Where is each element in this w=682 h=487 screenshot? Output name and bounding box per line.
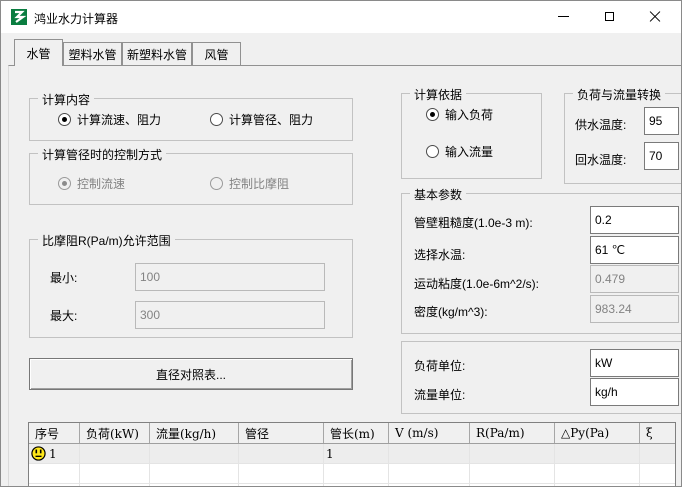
cell-dpy[interactable]	[555, 444, 640, 463]
col-r: R(Pa/m)	[470, 423, 555, 443]
max-input	[135, 301, 325, 329]
min-input	[135, 263, 325, 291]
water-temp-label: 选择水温:	[414, 248, 466, 262]
water-temp-input[interactable]	[590, 236, 679, 264]
group-calc-basis: 计算依据 输入负荷 输入流量	[401, 86, 542, 179]
close-icon	[649, 11, 661, 23]
minimize-button[interactable]	[540, 1, 586, 32]
cell-xi[interactable]	[640, 444, 675, 463]
radio-control-velocity	[58, 177, 71, 190]
empty-cell[interactable]	[150, 464, 239, 483]
col-dpy: △Py(Pa)	[555, 423, 640, 443]
pipe-data-grid: 序号 负荷(kW) 流量(kg/h) 管径 管长(m) V (m/s) R(Pa…	[28, 422, 676, 486]
empty-cell[interactable]	[80, 464, 150, 483]
radio-control-friction	[210, 177, 223, 190]
density-label: 密度(kg/m^3):	[414, 305, 488, 319]
empty-cell[interactable]	[389, 464, 470, 483]
load-unit-label: 负荷单位:	[414, 359, 466, 373]
tab-new-plastic-pipe[interactable]: 新塑料水管	[122, 42, 192, 65]
tab-water-pipe[interactable]: 水管	[14, 39, 63, 66]
radio-input-load-label: 输入负荷	[445, 108, 494, 122]
col-diameter: 管径	[239, 423, 324, 443]
col-velocity: V (m/s)	[389, 423, 470, 443]
supply-temp-input[interactable]	[644, 107, 679, 135]
minimize-icon	[557, 16, 569, 17]
group-calc-content-title: 计算内容	[38, 91, 95, 108]
maximize-button[interactable]	[586, 1, 632, 32]
window-controls	[540, 1, 678, 32]
title-bar: 鸿业水力计算器	[1, 1, 681, 33]
roughness-label: 管壁粗糙度(1.0e-3 m):	[414, 216, 533, 230]
max-label: 最大:	[50, 309, 78, 323]
radio-input-flow-label: 输入流量	[445, 145, 494, 159]
roughness-input[interactable]	[590, 206, 679, 234]
return-temp-input[interactable]	[644, 142, 679, 170]
density-input	[590, 295, 679, 323]
app-window: 鸿业水力计算器 水管 塑料水管 新塑料水管 风管 计算内容 计算流速、阻力 计算…	[0, 0, 682, 487]
maximize-icon	[604, 12, 614, 21]
tab-plastic-pipe[interactable]: 塑料水管	[63, 42, 122, 65]
cell-velocity[interactable]	[389, 444, 470, 463]
empty-cell[interactable]	[29, 464, 80, 483]
cell-seq-value: 1	[49, 446, 57, 461]
cell-flow[interactable]	[150, 444, 239, 463]
empty-cell[interactable]	[324, 464, 389, 483]
radio-control-friction-label: 控制比摩阻	[229, 177, 290, 191]
col-flow: 流量(kg/h)	[150, 423, 239, 443]
min-label: 最小:	[50, 271, 78, 285]
close-button[interactable]	[632, 1, 678, 32]
cell-r[interactable]	[470, 444, 555, 463]
group-conversion-title: 负荷与流量转换	[573, 86, 666, 103]
group-control-mode-title: 计算管径时的控制方式	[38, 146, 167, 163]
col-xi: ξ	[646, 426, 653, 440]
radio-input-flow[interactable]	[426, 145, 439, 158]
group-friction-range: 比摩阻R(Pa/m)允许范围 最小: 最大:	[29, 232, 353, 338]
return-temp-label: 回水温度:	[575, 153, 627, 167]
cell-seq[interactable]: 1	[29, 444, 80, 463]
radio-calc-diameter-resistance-label: 计算管径、阻力	[229, 113, 314, 127]
radio-calc-diameter-resistance[interactable]	[210, 113, 223, 126]
supply-temp-label: 供水温度:	[575, 118, 627, 132]
window-title: 鸿业水力计算器	[34, 12, 119, 26]
radio-control-velocity-label: 控制流速	[77, 177, 126, 191]
viscosity-label: 运动粘度(1.0e-6m^2/s):	[414, 277, 539, 291]
col-length: 管长(m)	[324, 423, 389, 443]
tab-air-duct[interactable]: 风管	[192, 42, 241, 65]
load-unit-input[interactable]	[590, 349, 679, 377]
grid-header-row: 序号 负荷(kW) 流量(kg/h) 管径 管长(m) V (m/s) R(Pa…	[29, 423, 675, 444]
cell-diameter[interactable]	[239, 444, 324, 463]
group-conversion: 负荷与流量转换 供水温度: 回水温度:	[564, 86, 681, 184]
empty-cell[interactable]	[555, 464, 640, 483]
app-logo-icon	[11, 9, 27, 25]
col-seq: 序号	[29, 423, 80, 443]
table-row[interactable]: 1 1	[29, 444, 675, 464]
empty-cell[interactable]	[239, 464, 324, 483]
diameter-table-button[interactable]: 直径对照表...	[29, 358, 353, 390]
cell-load[interactable]	[80, 444, 150, 463]
group-control-mode: 计算管径时的控制方式 控制流速 控制比摩阻	[29, 146, 353, 205]
empty-cell[interactable]	[470, 464, 555, 483]
group-units: 负荷单位: 流量单位:	[401, 341, 681, 414]
smiley-face-icon	[31, 446, 46, 461]
col-load: 负荷(kW)	[80, 423, 150, 443]
radio-input-load[interactable]	[426, 108, 439, 121]
group-basic-params: 基本参数 管壁粗糙度(1.0e-3 m): 选择水温: 运动粘度(1.0e-6m…	[401, 186, 681, 334]
cell-length[interactable]: 1	[324, 444, 389, 463]
radio-calc-velocity-resistance[interactable]	[58, 113, 71, 126]
empty-cell[interactable]	[640, 464, 675, 483]
radio-calc-velocity-resistance-label: 计算流速、阻力	[77, 113, 162, 127]
flow-unit-input[interactable]	[590, 378, 679, 406]
group-friction-range-title: 比摩阻R(Pa/m)允许范围	[38, 232, 175, 249]
group-basic-params-title: 基本参数	[410, 186, 467, 203]
group-calc-basis-title: 计算依据	[410, 86, 467, 103]
group-calc-content: 计算内容 计算流速、阻力 计算管径、阻力	[29, 91, 353, 141]
viscosity-input	[590, 265, 679, 293]
diameter-table-button-label: 直径对照表...	[155, 367, 226, 382]
flow-unit-label: 流量单位:	[414, 388, 466, 402]
table-row-empty[interactable]	[29, 464, 675, 484]
